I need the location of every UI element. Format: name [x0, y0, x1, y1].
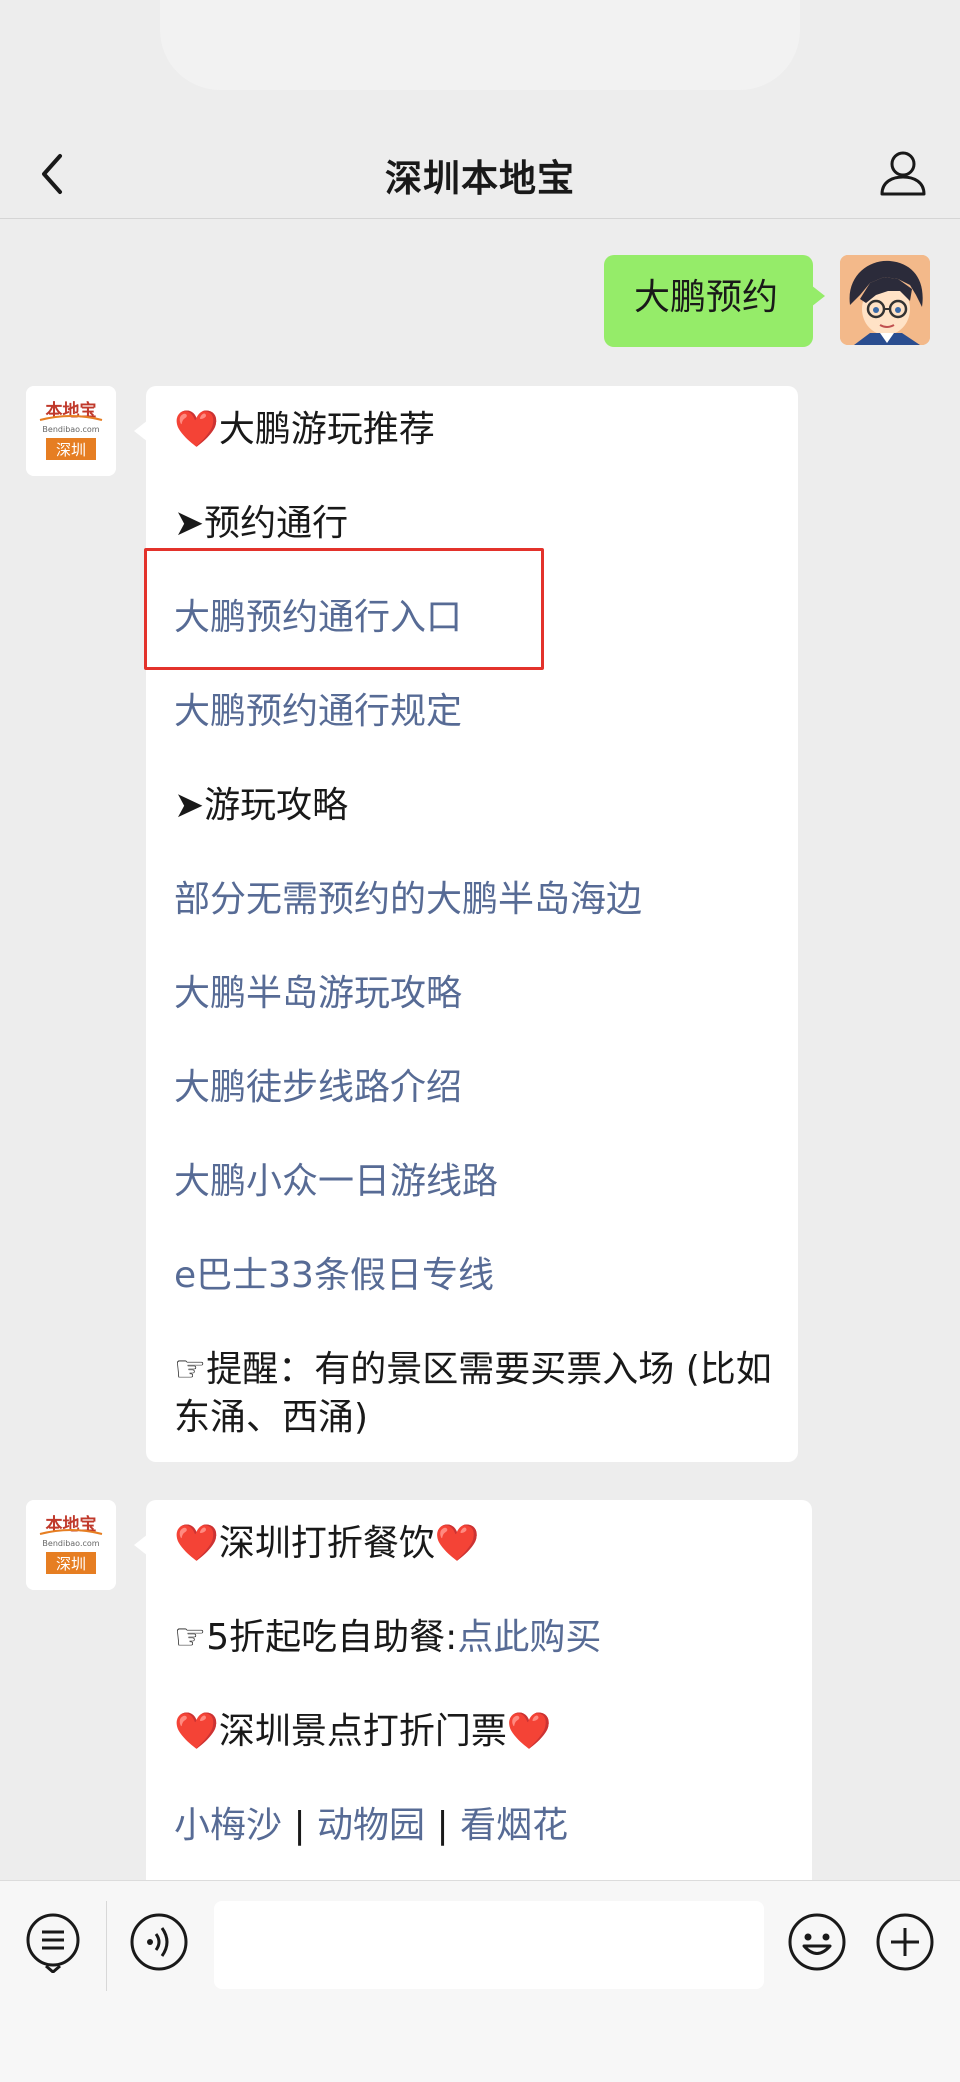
reply2-heading-dining: ❤️深圳打折餐饮❤️: [174, 1520, 480, 1568]
voice-icon[interactable]: [128, 1911, 190, 1973]
svg-text:深圳: 深圳: [56, 441, 86, 459]
sent-bubble[interactable]: 大鹏预约: [604, 255, 825, 347]
menu-list-icon[interactable]: [22, 1911, 84, 1973]
emoji-icon[interactable]: [786, 1911, 848, 1973]
tickets-heading: 深圳景点打折门票: [218, 1711, 507, 1752]
heart-icon: ❤️: [174, 409, 219, 450]
anime-character-avatar-icon: [840, 255, 930, 345]
reply-bubble-2: ❤️深圳打折餐饮❤️ ☞5折起吃自助餐:点此购买 ❤️深圳景点打折门票❤️ 小梅…: [134, 1500, 812, 1900]
reply1-title-line: ❤️大鹏游玩推荐: [174, 406, 435, 454]
section-guide: ➤游玩攻略: [174, 785, 349, 826]
bendibao-logo-icon: 本地宝 Bendibao.com 深圳: [26, 1500, 116, 1590]
highlight-box: [144, 548, 544, 670]
heart-icon: ❤️: [506, 1711, 552, 1752]
heart-icon: ❤️: [174, 1711, 219, 1752]
separator: |: [282, 1805, 318, 1846]
link-peninsula-guide[interactable]: 大鹏半岛游玩攻略: [174, 970, 462, 1018]
status-area: [0, 0, 960, 130]
heart-icon: ❤️: [174, 1523, 219, 1564]
buffet-prefix: ☞5折起吃自助餐:: [174, 1617, 458, 1658]
reply2-heading-tickets: ❤️深圳景点打折门票❤️: [174, 1708, 552, 1756]
navigation-bar: 深圳本地宝: [0, 130, 960, 219]
link-day-trip-routes[interactable]: 大鹏小众一日游线路: [174, 1158, 498, 1206]
reply1-title: 大鹏游玩推荐: [218, 409, 435, 450]
svg-text:深圳: 深圳: [56, 1555, 86, 1573]
add-plus-icon[interactable]: [874, 1911, 936, 1973]
sent-text: 大鹏预约: [634, 277, 779, 318]
reminder-line-2: 东涌、西涌): [174, 1397, 369, 1438]
status-bar-blur: [160, 0, 800, 90]
section-booking: ➤预约通行: [174, 503, 349, 544]
separator: |: [425, 1805, 461, 1846]
link-ebus-lines[interactable]: e巴士33条假日专线: [174, 1252, 494, 1300]
profile-icon[interactable]: [876, 146, 930, 200]
official-account-avatar[interactable]: 本地宝 Bendibao.com 深圳: [26, 386, 116, 476]
heart-icon: ❤️: [434, 1523, 480, 1564]
link-hiking-routes[interactable]: 大鹏徒步线路介绍: [174, 1064, 462, 1112]
chat-title: 深圳本地宝: [385, 157, 575, 200]
link-beaches-no-booking[interactable]: 部分无需预约的大鹏半岛海边: [174, 876, 642, 924]
official-account-avatar-2[interactable]: 本地宝 Bendibao.com 深圳: [26, 1500, 116, 1590]
bendibao-logo-icon: 本地宝 Bendibao.com 深圳: [26, 386, 116, 476]
buffet-line: ☞5折起吃自助餐:点此购买: [174, 1614, 601, 1662]
divider: [106, 1901, 107, 1991]
svg-text:Bendibao.com: Bendibao.com: [42, 425, 99, 434]
link-zoo[interactable]: 动物园: [317, 1805, 425, 1846]
link-booking-rules[interactable]: 大鹏预约通行规定: [174, 688, 462, 736]
buffet-buy-link[interactable]: 点此购买: [457, 1617, 601, 1658]
link-fireworks[interactable]: 看烟花: [460, 1805, 568, 1846]
dining-heading: 深圳打折餐饮: [218, 1523, 435, 1564]
reminder-line-1: ☞提醒：有的景区需要买票入场 (比如: [174, 1349, 772, 1390]
user-avatar[interactable]: [840, 255, 930, 345]
link-xiaomeisha[interactable]: 小梅沙: [174, 1805, 282, 1846]
svg-text:Bendibao.com: Bendibao.com: [42, 1539, 99, 1548]
message-input[interactable]: [214, 1901, 764, 1989]
ticket-links-line: 小梅沙 | 动物园 | 看烟花: [174, 1802, 568, 1850]
input-bar: [0, 1880, 960, 2082]
